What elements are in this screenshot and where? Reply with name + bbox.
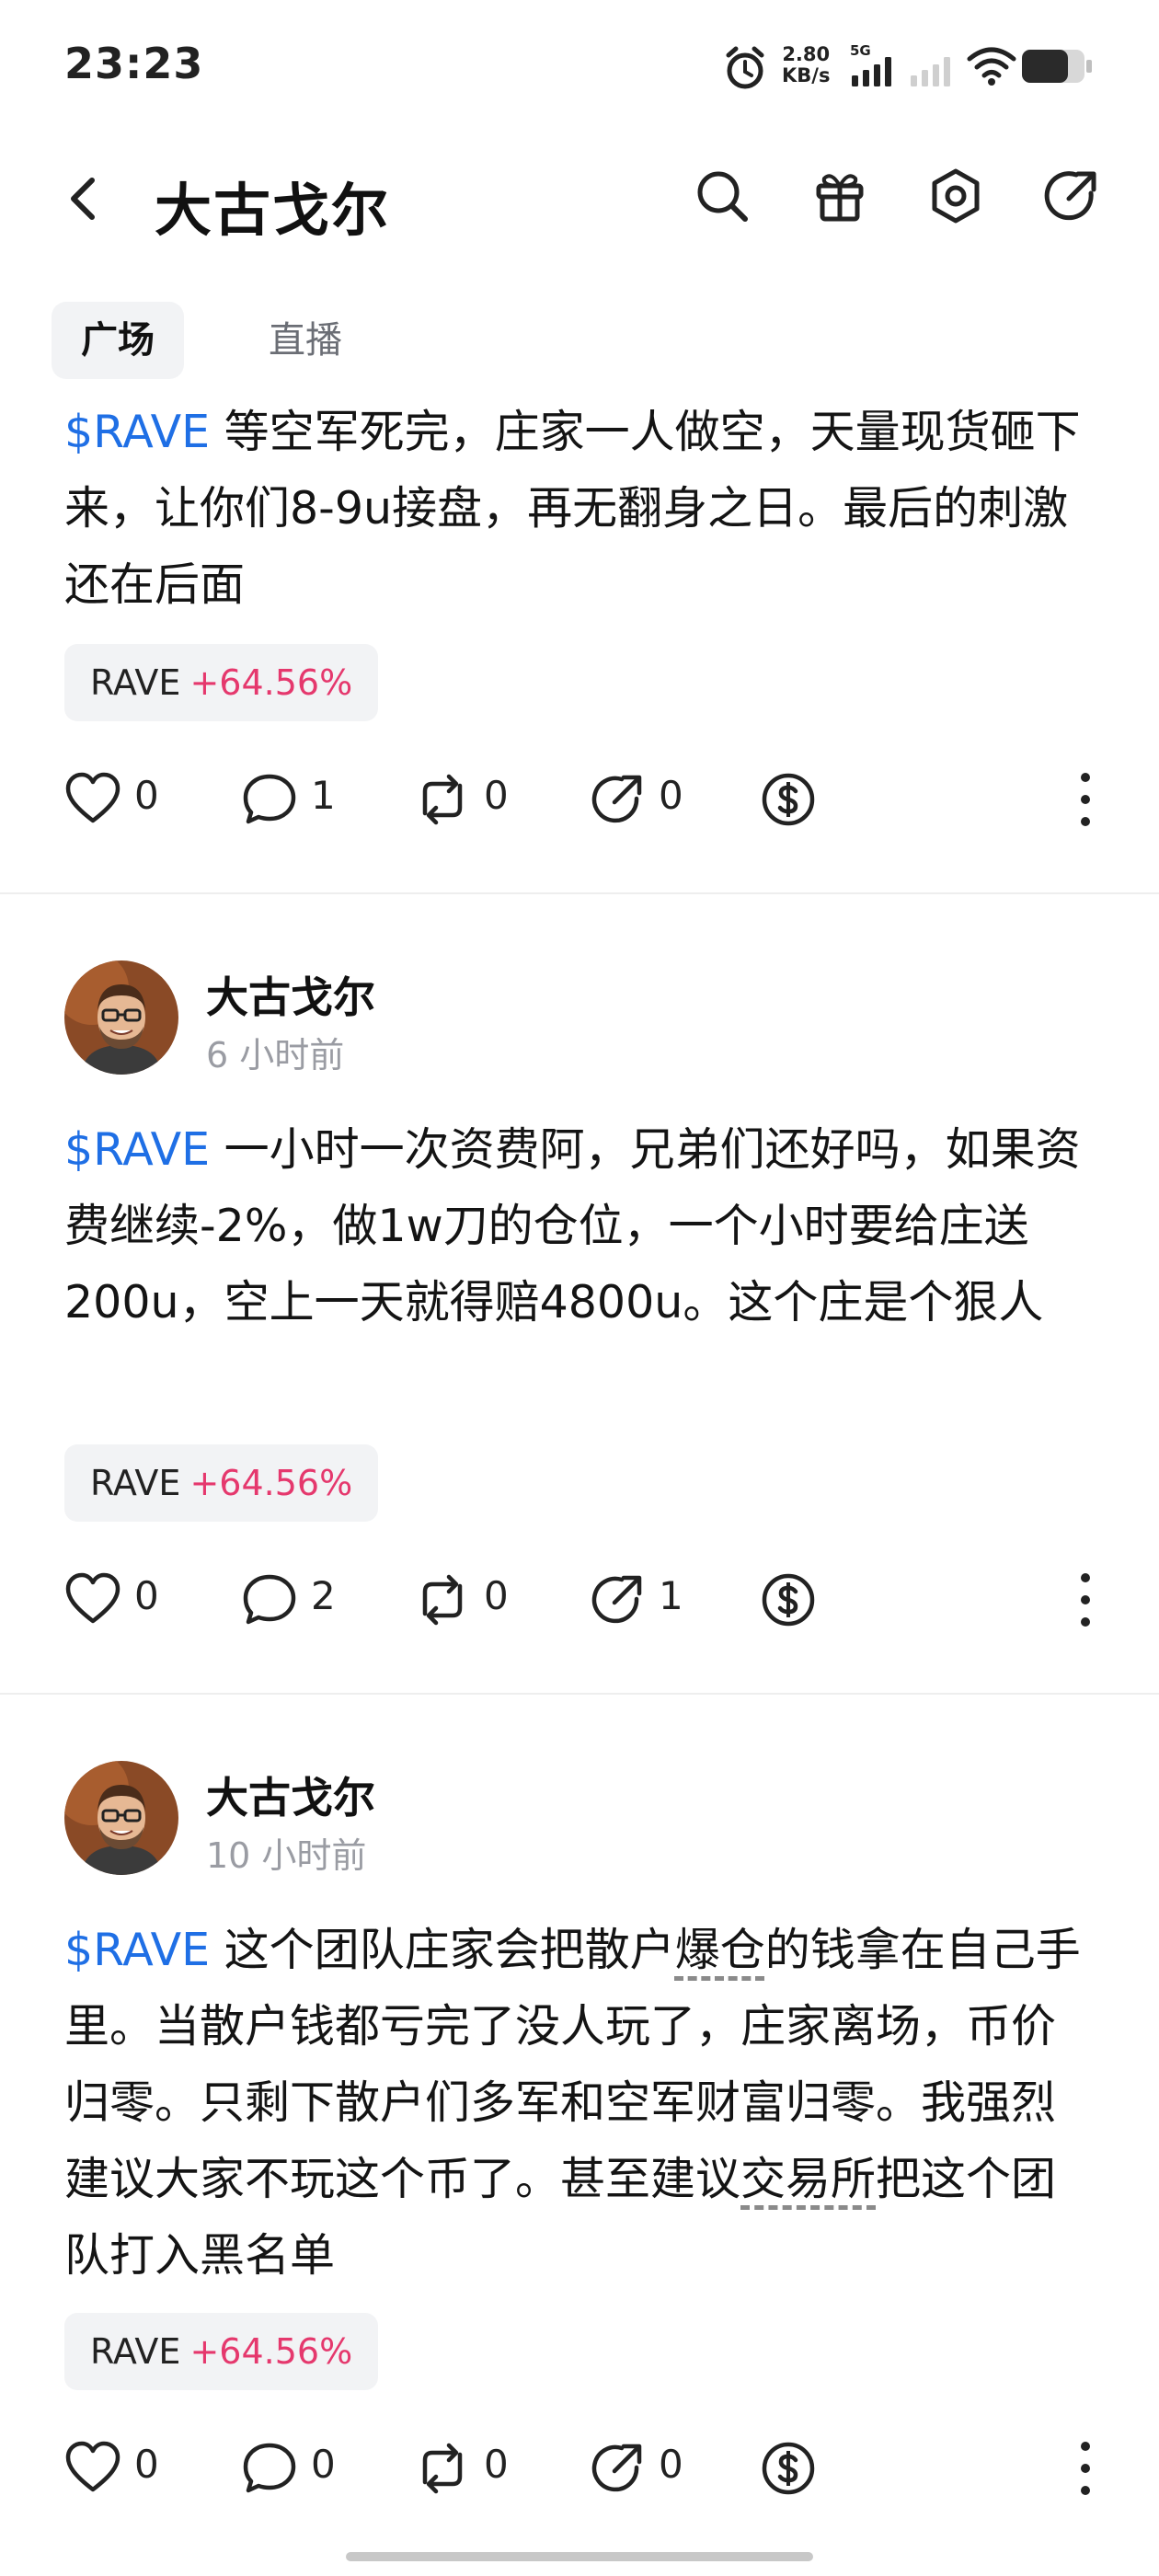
back-icon[interactable] xyxy=(57,166,112,230)
coin-symbol: RAVE xyxy=(90,1463,181,1503)
coin-symbol: RAVE xyxy=(90,662,181,703)
tab-bar: 广场 直播 xyxy=(52,302,603,379)
like-count: 0 xyxy=(134,1573,159,1618)
post-actions: 0 2 0 1 xyxy=(64,1562,1104,1636)
comment-count: 2 xyxy=(311,1573,336,1618)
post-divider xyxy=(0,1693,1159,1695)
page-title: 大古戈尔 xyxy=(155,177,391,244)
coin-chip[interactable]: RAVE +64.56% xyxy=(64,1444,379,1522)
network-type-label: 5G xyxy=(850,42,871,59)
author-name[interactable]: 大古戈尔 xyxy=(206,964,375,1025)
post-divider xyxy=(0,892,1159,894)
share-count: 0 xyxy=(659,773,683,818)
post-text: $RAVE 这个团队庄家会把散户爆仓的钱拿在自己手里。当散户钱都亏完了没人玩了，… xyxy=(64,1912,1095,2294)
home-indicator[interactable] xyxy=(346,2552,813,2561)
search-icon[interactable] xyxy=(692,166,752,226)
network-speed-value: 2.80 xyxy=(782,43,831,65)
avatar[interactable] xyxy=(64,1761,178,1875)
share-count: 0 xyxy=(659,2442,683,2487)
dollar-coin-icon xyxy=(762,1573,815,1627)
network-speed: 2.80 KB/s xyxy=(782,44,830,86)
share-icon xyxy=(591,1575,642,1624)
post-body: 等空军死完，庄家一人做空，天量现货砸下来，让你们8-9u接盘，再无翻身之日。最后… xyxy=(64,406,1081,611)
heart-icon xyxy=(65,1572,120,1624)
screen: 23:23 2.80 KB/s 5G 大古戈尔 广场 直播 $RAVE 等空军死… xyxy=(0,0,1159,2576)
dollar-coin-icon xyxy=(762,2442,815,2495)
term-link[interactable]: 交易所 xyxy=(740,2153,876,2205)
post-body-part: 这个团队庄家会把散户 xyxy=(210,1924,675,1976)
tab-square[interactable]: 广场 xyxy=(52,302,184,379)
post-body: 一小时一次资费阿，兄弟们还好吗，如果资费继续-2%，做1w刀的仓位，一个小时要给… xyxy=(64,1123,1081,1328)
status-bar: 23:23 2.80 KB/s 5G xyxy=(0,0,1159,138)
repost-count: 0 xyxy=(484,773,509,818)
ticker-link[interactable]: $RAVE xyxy=(64,1123,210,1176)
battery-icon xyxy=(1022,50,1092,83)
coin-change: +64.56% xyxy=(189,1463,353,1503)
status-time: 23:23 xyxy=(64,39,204,88)
repost-icon xyxy=(422,2443,463,2494)
author-row[interactable]: 大古戈尔 10 小时前 xyxy=(64,1761,1095,1880)
repost-icon xyxy=(422,1574,463,1626)
like-count: 0 xyxy=(134,2442,159,2487)
dollar-coin-icon xyxy=(762,773,815,826)
coin-chip[interactable]: RAVE +64.56% xyxy=(64,644,379,721)
ticker-link[interactable]: $RAVE xyxy=(64,1924,210,1976)
alarm-icon xyxy=(726,46,764,89)
more-options-icon[interactable] xyxy=(1067,1570,1104,1630)
post-time: 10 小时前 xyxy=(206,1835,367,1876)
comment-icon xyxy=(243,774,296,824)
post-actions: 0 1 0 0 xyxy=(64,762,1104,835)
coin-change: +64.56% xyxy=(189,662,353,703)
heart-icon xyxy=(65,772,120,823)
comment-count: 0 xyxy=(311,2442,336,2487)
post-text: $RAVE 一小时一次资费阿，兄弟们还好吗，如果资费继续-2%，做1w刀的仓位，… xyxy=(64,1111,1095,1340)
post-text: $RAVE 等空军死完，庄家一人做空，天量现货砸下来，让你们8-9u接盘，再无翻… xyxy=(64,394,1095,623)
repost-count: 0 xyxy=(484,2442,509,2487)
more-options-icon[interactable] xyxy=(1067,769,1104,830)
tab-live[interactable]: 直播 xyxy=(239,302,372,379)
gift-icon[interactable] xyxy=(809,166,870,226)
avatar[interactable] xyxy=(64,960,178,1075)
like-count: 0 xyxy=(134,773,159,818)
comment-icon xyxy=(243,2443,296,2493)
comment-count: 1 xyxy=(311,773,336,818)
signal-sim2-icon xyxy=(911,57,950,86)
coin-symbol: RAVE xyxy=(90,2331,181,2372)
term-link[interactable]: 爆仓 xyxy=(675,1924,765,1976)
repost-count: 0 xyxy=(484,1573,509,1618)
share-count: 1 xyxy=(659,1573,683,1618)
coin-change: +64.56% xyxy=(189,2331,353,2372)
top-app-bar: 大古戈尔 xyxy=(0,138,1159,258)
settings-icon[interactable] xyxy=(925,166,986,226)
share-icon xyxy=(591,2444,642,2492)
share-icon[interactable] xyxy=(1041,166,1102,226)
post-time: 6 小时前 xyxy=(206,1035,345,1075)
network-speed-unit: KB/s xyxy=(782,64,831,86)
author-name[interactable]: 大古戈尔 xyxy=(206,1765,375,1825)
heart-icon xyxy=(65,2441,120,2492)
comment-icon xyxy=(243,1574,296,1625)
ticker-link[interactable]: $RAVE xyxy=(64,406,210,458)
more-options-icon[interactable] xyxy=(1067,2438,1104,2499)
post-actions: 0 0 0 0 xyxy=(64,2431,1104,2504)
share-icon xyxy=(591,775,642,823)
coin-chip[interactable]: RAVE +64.56% xyxy=(64,2313,379,2390)
author-row[interactable]: 大古戈尔 6 小时前 xyxy=(64,960,1095,1080)
wifi-icon xyxy=(967,47,1016,86)
signal-5g-icon: 5G xyxy=(850,42,891,86)
repost-icon xyxy=(422,774,463,825)
